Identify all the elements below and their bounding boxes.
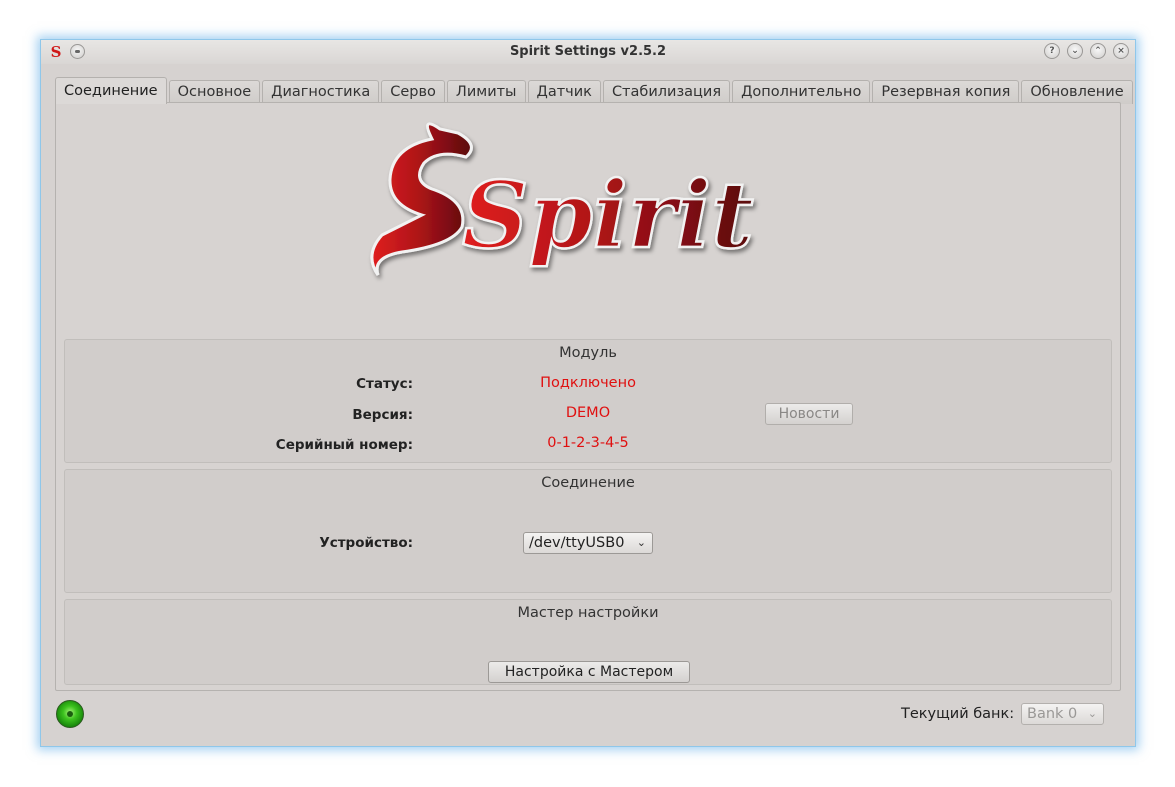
status-value: Подключено (540, 375, 636, 391)
wizard-group: Мастер настройки Настройка с Мастером (64, 599, 1112, 685)
close-icon[interactable]: × (1113, 43, 1129, 59)
tab-connection[interactable]: Соединение (55, 77, 167, 104)
module-group-title: Модуль (559, 345, 617, 361)
connection-group: Соединение Устройство: /dev/ttyUSB0 ⌄ (64, 469, 1112, 593)
chevron-down-icon: ⌄ (636, 536, 646, 549)
status-label: Статус: (356, 376, 413, 392)
help-icon[interactable]: ? (1044, 43, 1060, 59)
bank-select-value: Bank 0 (1027, 706, 1078, 722)
chevron-down-icon: ⌄ (1087, 707, 1097, 720)
version-label: Версия: (352, 407, 413, 423)
app-window: S Spirit Settings v2.5.2 ? ⌄ ⌃ × Соедине… (40, 39, 1136, 747)
maximize-icon[interactable]: ⌃ (1090, 43, 1106, 59)
device-select[interactable]: /dev/ttyUSB0 ⌄ (523, 532, 653, 554)
current-bank-label: Текущий банк: (901, 706, 1015, 722)
bank-select[interactable]: Bank 0 ⌄ (1021, 703, 1104, 725)
connection-status-led-icon (56, 700, 84, 728)
tab-update[interactable]: Обновление (1021, 80, 1133, 104)
tab-basic[interactable]: Основное (168, 80, 261, 104)
tab-stabilization[interactable]: Стабилизация (602, 80, 731, 104)
title-bar[interactable]: S Spirit Settings v2.5.2 ? ⌄ ⌃ × (41, 40, 1135, 64)
setup-wizard-button[interactable]: Настройка с Мастером (488, 661, 690, 683)
tab-backup[interactable]: Резервная копия (872, 80, 1020, 104)
version-value: DEMO (565, 405, 611, 421)
module-group: Модуль Статус: Подключено Версия: DEMO Н… (64, 339, 1112, 463)
tab-limits[interactable]: Лимиты (446, 80, 526, 104)
window-title: Spirit Settings v2.5.2 (509, 44, 667, 59)
minimize-icon[interactable]: ⌄ (1067, 43, 1083, 59)
tab-bar: Соединение Основное Диагностика Серво Лимиты… (55, 77, 1135, 104)
wizard-group-title: Мастер настройки (517, 605, 659, 621)
logo-wordmark: Spirit (462, 161, 754, 269)
serial-label: Серийный номер: (275, 437, 413, 453)
serial-value: 0-1-2-3-4-5 (547, 435, 629, 451)
device-select-value: /dev/ttyUSB0 (529, 535, 625, 551)
connection-group-title: Соединение (541, 475, 635, 491)
device-label: Устройство: (319, 535, 413, 551)
tab-servos[interactable]: Серво (381, 80, 445, 104)
spirit-logo: Spirit (370, 122, 755, 276)
news-button[interactable]: Новости (765, 403, 853, 425)
tab-pane-connection: Spirit Модуль Статус: Подключено Версия:… (55, 102, 1121, 691)
tab-diagnostics[interactable]: Диагностика (262, 80, 380, 104)
tab-sensor[interactable]: Датчик (527, 80, 601, 104)
tab-advanced[interactable]: Дополнительно (732, 80, 871, 104)
